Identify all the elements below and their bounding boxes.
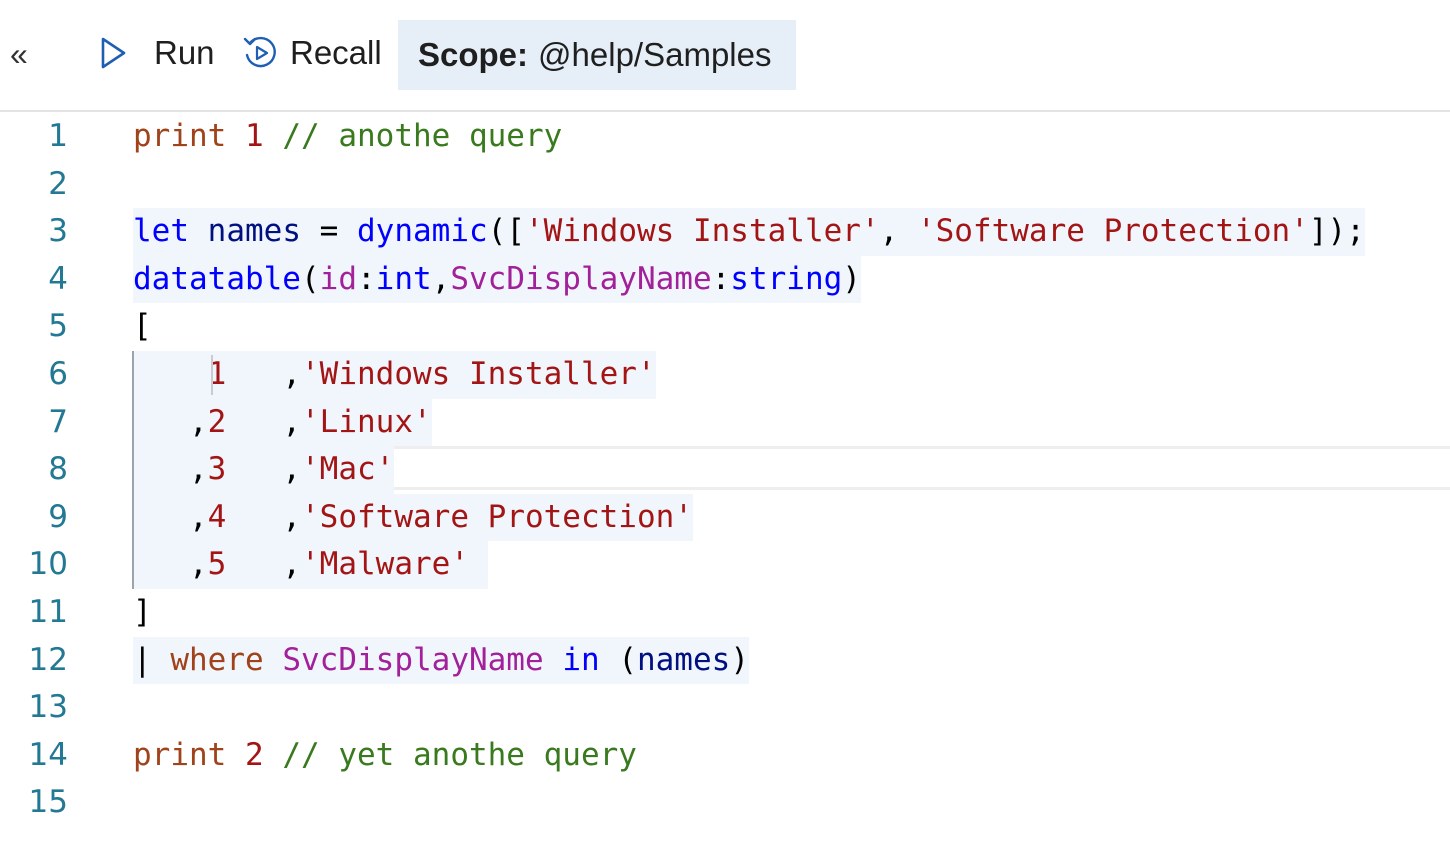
line-number: 7 <box>48 403 68 440</box>
code-line[interactable]: ] <box>133 589 152 637</box>
editor-line: 1 print 1 // anothe query <box>0 113 1450 161</box>
line-number: 14 <box>28 736 68 773</box>
line-number: 11 <box>28 594 68 630</box>
editor-line: 9 ,4 ,'Software Protection' <box>0 493 1450 542</box>
code-line[interactable]: ,3 ,'Mac' <box>133 446 395 494</box>
collapse-panel-button[interactable]: « <box>10 36 28 73</box>
run-button[interactable]: Run <box>98 34 215 72</box>
scope-prefix: Scope: <box>418 36 529 73</box>
line-number: 3 <box>48 213 68 250</box>
editor-line: 5 [ <box>0 303 1450 351</box>
scope-value: @help/Samples <box>538 36 772 73</box>
indent-guide <box>211 355 213 395</box>
editor-line: 8 ,3 ,'Mac' <box>0 446 1450 494</box>
query-editor[interactable]: 1 print 1 // anothe query 2 3 let names … <box>0 113 1450 854</box>
recall-button[interactable]: Recall <box>242 34 382 72</box>
line-number: 4 <box>48 260 68 297</box>
line-number: 10 <box>28 546 68 583</box>
editor-line: 15 <box>0 779 1450 827</box>
editor-line: 11 ] <box>0 589 1450 637</box>
line-number: 15 <box>28 784 68 821</box>
scope-selector[interactable]: Scope: @help/Samples <box>398 20 796 90</box>
line-number: 12 <box>28 641 68 678</box>
code-line[interactable]: print 1 // anothe query <box>133 113 562 161</box>
code-line[interactable]: [ <box>133 303 152 351</box>
run-label: Run <box>154 34 215 71</box>
editor-line: 10 ,5 ,'Malware' <box>0 541 1450 589</box>
code-line[interactable]: print 2 // yet anothe query <box>133 732 637 780</box>
line-number: 2 <box>48 165 68 202</box>
line-number: 13 <box>28 689 68 726</box>
line-number: 1 <box>48 118 68 154</box>
code-line[interactable]: | where SvcDisplayName in (names) <box>133 636 749 685</box>
indent-guide <box>132 351 134 589</box>
editor-line: 14 print 2 // yet anothe query <box>0 732 1450 780</box>
code-line[interactable]: ,5 ,'Malware' <box>133 541 488 589</box>
editor-line: 7 ,2 ,'Linux' <box>0 398 1450 447</box>
recall-icon <box>243 36 276 68</box>
code-line[interactable]: ,4 ,'Software Protection' <box>133 493 693 542</box>
code-line[interactable]: ,2 ,'Linux' <box>133 398 432 447</box>
line-number: 9 <box>48 498 68 535</box>
line-number: 5 <box>48 308 68 345</box>
code-line[interactable]: datatable(id:int,SvcDisplayName:string) <box>133 255 861 304</box>
play-icon <box>101 37 126 69</box>
editor-line: 6 1 ,'Windows Installer' <box>0 351 1450 399</box>
editor-line: 2 <box>0 161 1450 209</box>
editor-line: 4 datatable(id:int,SvcDisplayName:string… <box>0 255 1450 304</box>
editor-line: 3 let names = dynamic(['Windows Installe… <box>0 208 1450 256</box>
toolbar: « Run Recall Scope: @help/Samples <box>0 0 1450 112</box>
double-chevron-left-icon: « <box>10 36 28 72</box>
editor-line: 12 | where SvcDisplayName in (names) <box>0 636 1450 685</box>
line-number: 8 <box>48 451 68 488</box>
line-number: 6 <box>48 356 68 392</box>
editor-line: 13 <box>0 684 1450 732</box>
recall-label: Recall <box>290 34 382 71</box>
code-line[interactable]: let names = dynamic(['Windows Installer'… <box>133 208 1365 256</box>
